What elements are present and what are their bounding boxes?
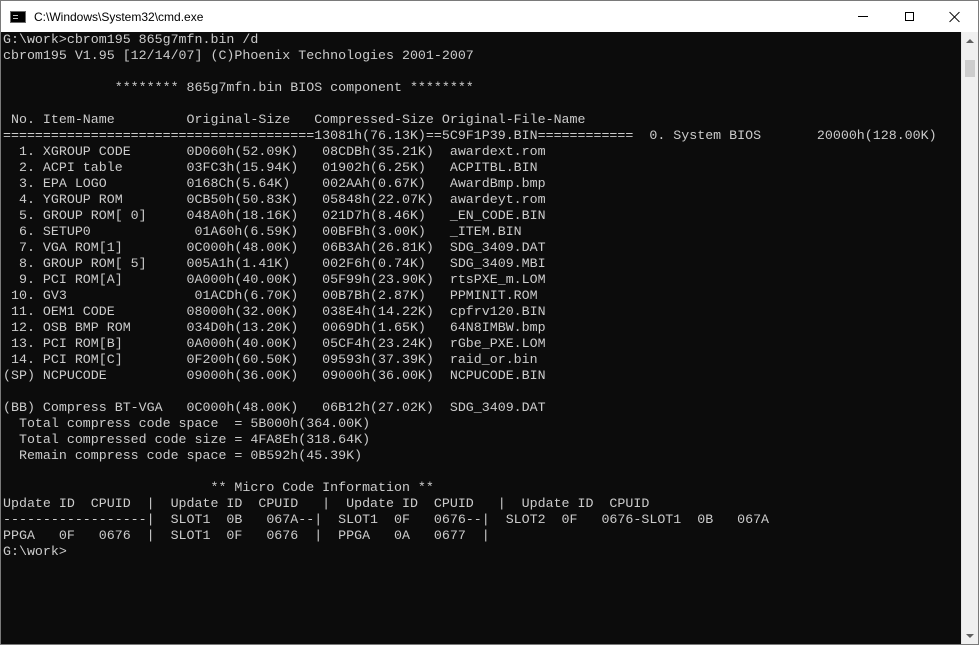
minimize-button[interactable] [840,1,886,32]
window-controls [840,1,978,32]
scroll-up-button[interactable] [962,32,978,49]
console-line: 7. VGA ROM[1] 0C000h(48.00K) 06B3Ah(26.8… [3,240,546,255]
maximize-button[interactable] [886,1,932,32]
console-line: =======================================1… [3,128,937,143]
console-line: 10. GV3 01ACDh(6.70K) 00B7Bh(2.87K) PPMI… [3,288,538,303]
console-line: 13. PCI ROM[B] 0A000h(40.00K) 05CF4h(23.… [3,336,546,351]
console-line: ******** 865g7mfn.bin BIOS component ***… [3,80,474,95]
console-line: ------------------| SLOT1 0B 067A--| SLO… [3,512,770,527]
scrollbar-thumb[interactable] [965,60,975,77]
console-line: Update ID CPUID | Update ID CPUID | Upda… [3,496,650,511]
close-icon [949,11,961,23]
console-line: Remain compress code space = 0B592h(45.3… [3,448,363,463]
console-line: (SP) NCPUCODE 09000h(36.00K) 09000h(36.0… [3,368,546,383]
minimize-icon [858,16,868,17]
title-bar[interactable]: C:\Windows\System32\cmd.exe [1,1,978,32]
console-line: G:\work> [3,544,67,559]
console-output[interactable]: G:\work>cbrom195 865g7mfn.bin /d cbrom195… [1,32,961,644]
console-line: 9. PCI ROM[A] 0A000h(40.00K) 05F99h(23.9… [3,272,546,287]
console-line: No. Item-Name Original-Size Compressed-S… [3,112,586,127]
vertical-scrollbar[interactable] [961,32,978,644]
console-line: 2. ACPI table 03FC3h(15.94K) 01902h(6.25… [3,160,538,175]
scroll-down-button[interactable] [962,627,978,644]
console-line: 1. XGROUP CODE 0D060h(52.09K) 08CDBh(35.… [3,144,546,159]
console-line: ** Micro Code Information ** [3,480,434,495]
console-line: 8. GROUP ROM[ 5] 005A1h(1.41K) 002F6h(0.… [3,256,546,271]
close-button[interactable] [932,1,978,32]
console-line: 14. PCI ROM[C] 0F200h(60.50K) 09593h(37.… [3,352,538,367]
cmd-window: C:\Windows\System32\cmd.exe G:\work>cbro… [0,0,979,645]
console-line: 4. YGROUP ROM 0CB50h(50.83K) 05848h(22.0… [3,192,546,207]
console-line: Total compressed code size = 4FA8Eh(318.… [3,432,371,447]
console-lines: G:\work>cbrom195 865g7mfn.bin /d cbrom195… [3,32,937,560]
chevron-up-icon [966,38,974,43]
window-title: C:\Windows\System32\cmd.exe [34,9,204,24]
console-line: 5. GROUP ROM[ 0] 048A0h(18.16K) 021D7h(8… [3,208,546,223]
console-line: cbrom195 V1.95 [12/14/07] (C)Phoenix Tec… [3,48,474,63]
console-line: 6. SETUP0 01A60h(6.59K) 00BFBh(3.00K) _I… [3,224,522,239]
console-line: Total compress code space = 5B000h(364.0… [3,416,371,431]
console-line: (BB) Compress BT-VGA 0C000h(48.00K) 06B1… [3,400,546,415]
console-line: PPGA 0F 0676 | SLOT1 0F 0676 | PPGA 0A 0… [3,528,490,543]
console-line: 12. OSB BMP ROM 034D0h(13.20K) 0069Dh(1.… [3,320,546,335]
console-line: 3. EPA LOGO 0168Ch(5.64K) 002AAh(0.67K) … [3,176,546,191]
console-app-icon[interactable] [10,10,26,23]
chevron-down-icon [966,633,974,638]
maximize-icon [904,12,914,21]
console-line: 11. OEM1 CODE 08000h(32.00K) 038E4h(14.2… [3,304,546,319]
console-line: G:\work>cbrom195 865g7mfn.bin /d [3,32,259,47]
